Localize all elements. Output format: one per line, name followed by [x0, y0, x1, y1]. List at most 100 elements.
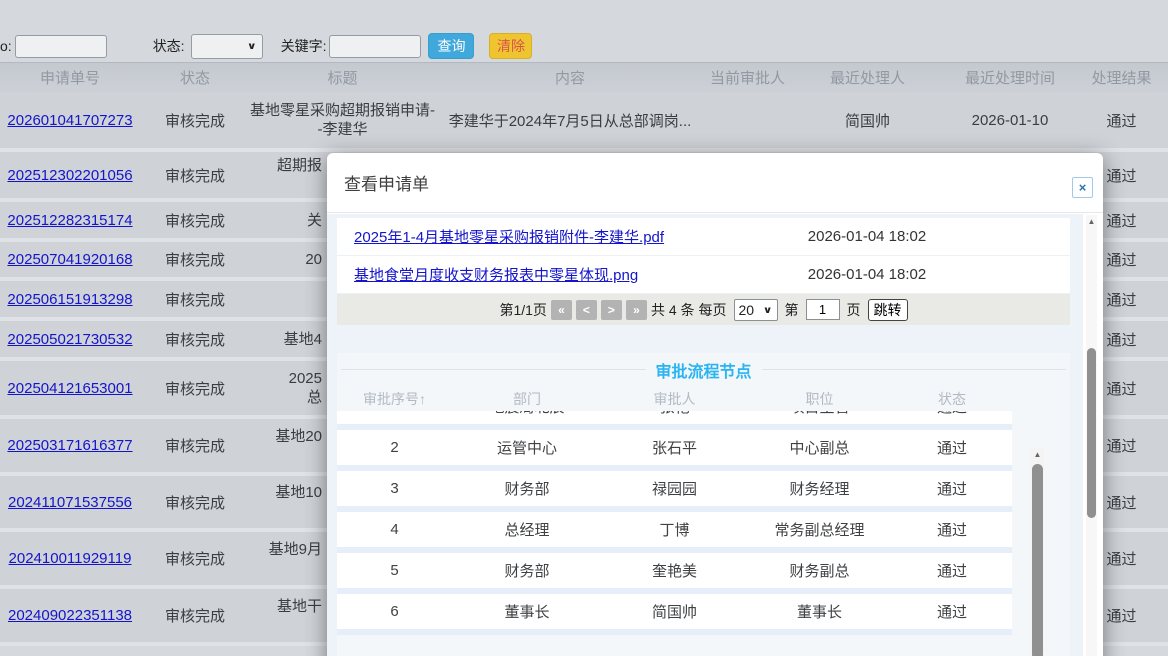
approval-dept-cell: 运管中心	[452, 437, 602, 458]
attachment-link[interactable]: 基地食堂月度收支财务报表中零星体现.png	[354, 267, 638, 284]
table-row: 202601041707273审核完成基地零星采购超期报销申请--李建华李建华于…	[0, 92, 1168, 148]
approval-column-header: 审批序号↑	[337, 389, 452, 409]
per-page-label: 每页	[699, 300, 727, 320]
approval-scrollbar[interactable]: ▲ ▼	[1031, 448, 1044, 656]
approval-row: 1地震局北辰张艳项目主管通过	[337, 411, 1012, 424]
close-icon[interactable]: ×	[1072, 177, 1093, 198]
column-header: 内容	[435, 67, 705, 88]
scroll-up-icon[interactable]: ▲	[1086, 215, 1097, 229]
application-link[interactable]: 202506151913298	[7, 291, 132, 308]
last-handler-cell: 简国帅	[790, 92, 945, 148]
scrollbar-thumb[interactable]	[1087, 348, 1096, 518]
approval-position-cell: 项目主管	[747, 411, 892, 417]
result-cell: 通过	[1075, 92, 1168, 148]
column-header: 最近处理人	[790, 67, 945, 88]
table-header-row: 申请单号状态标题内容当前审批人最近处理人最近处理时间处理结果	[0, 62, 1168, 92]
attachment-row: 2025年1-4月基地零星采购报销附件-李建华.pdf 2026-01-04 18…	[337, 218, 1070, 256]
approval-table-viewport: 1地震局北辰张艳项目主管通过2运管中心张石平中心副总通过3财务部禄园园财务经理通…	[337, 411, 1012, 644]
approval-row: 4总经理丁博常务副总经理通过	[337, 512, 1012, 547]
status-cell: 审核完成	[140, 321, 250, 357]
approval-table-body: 1地震局北辰张艳项目主管通过2运管中心张石平中心副总通过3财务部禄园园财务经理通…	[337, 411, 1012, 635]
application-link[interactable]: 202512302201056	[7, 167, 132, 184]
status-cell: 审核完成	[140, 281, 250, 317]
scroll-up-icon[interactable]: ▲	[1031, 448, 1044, 462]
approval-approver-cell: 张石平	[602, 437, 747, 458]
status-cell: 审核完成	[140, 361, 250, 415]
application-link[interactable]: 202512282315174	[7, 212, 132, 229]
no-label: o:	[0, 38, 12, 54]
status-cell: 审核完成	[140, 532, 250, 585]
status-cell: 审核完成	[140, 242, 250, 277]
application-link[interactable]: 202601041707273	[7, 112, 132, 129]
approval-position-cell: 董事长	[747, 601, 892, 622]
approval-status-cell: 通过	[892, 437, 1012, 458]
approval-approver-cell: 张艳	[602, 411, 747, 417]
attachment-time: 2026-01-04 18:02	[722, 266, 1012, 283]
chevron-down-icon: ∨	[247, 40, 257, 51]
approval-column-header: 部门	[452, 389, 602, 409]
modal-title: 查看申请单	[344, 170, 429, 195]
application-link[interactable]: 202410011929119	[9, 550, 132, 567]
application-link[interactable]: 202504121653001	[7, 380, 132, 397]
status-select[interactable]: ∨	[191, 34, 263, 59]
column-header: 申请单号	[0, 67, 140, 88]
approval-section-title: 审批流程节点	[646, 358, 762, 382]
keyword-input[interactable]	[329, 35, 421, 58]
approval-seq-cell: 5	[337, 562, 452, 579]
status-cell: 审核完成	[140, 476, 250, 528]
attachment-link[interactable]: 2025年1-4月基地零星采购报销附件-李建华.pdf	[354, 229, 664, 246]
clear-button[interactable]: 清除	[489, 33, 532, 59]
approval-approver-cell: 禄园园	[602, 478, 747, 499]
attachment-list: 2025年1-4月基地零星采购报销附件-李建华.pdf 2026-01-04 18…	[337, 218, 1070, 294]
query-button[interactable]: 查询	[428, 33, 474, 59]
approval-seq-cell: 6	[337, 603, 452, 620]
approval-approver-cell: 简国帅	[602, 601, 747, 622]
approval-seq-cell: 3	[337, 480, 452, 497]
next-page-button[interactable]: >	[601, 300, 622, 320]
status-cell: 审核完成	[140, 202, 250, 238]
page-suffix: 页	[847, 300, 861, 320]
approval-seq-cell: 1	[337, 411, 452, 415]
status-cell: 审核完成	[140, 152, 250, 198]
approval-position-cell: 中心副总	[747, 437, 892, 458]
application-link[interactable]: 202505021730532	[7, 331, 132, 348]
approval-approver-cell: 奎艳美	[602, 560, 747, 581]
approval-position-cell: 财务副总	[747, 560, 892, 581]
approval-section: 审批流程节点 审批序号↑部门审批人职位状态 1地震局北辰张艳项目主管通过2运管中…	[337, 353, 1070, 656]
last-page-button[interactable]: »	[626, 300, 647, 320]
attachment-row: 基地食堂月度收支财务报表中零星体现.png 2026-01-04 18:02	[337, 256, 1070, 294]
approval-position-cell: 财务经理	[747, 478, 892, 499]
total-count: 共 4 条	[651, 300, 695, 320]
modal-scrollbar[interactable]: ▲	[1086, 215, 1097, 656]
per-page-select[interactable]: 20 ∨	[734, 299, 778, 321]
no-input[interactable]	[15, 35, 107, 58]
column-header: 当前审批人	[705, 67, 790, 88]
approval-row: 5财务部奎艳美财务副总通过	[337, 553, 1012, 588]
application-link[interactable]: 202409022351138	[8, 607, 132, 624]
prev-page-button[interactable]: <	[576, 300, 597, 320]
approval-status-cell: 通过	[892, 478, 1012, 499]
page-number-input[interactable]	[806, 299, 840, 320]
column-header: 处理结果	[1075, 67, 1168, 88]
pagination-bar: 第1/1页 « < > » 共 4 条 每页 20 ∨ 第 页 跳转	[337, 294, 1070, 325]
status-cell: 审核完成	[140, 419, 250, 472]
search-toolbar: o: 状态: ∨ 关键字: 查询 清除	[0, 0, 1168, 62]
column-header: 最近处理时间	[945, 67, 1075, 88]
attachment-time: 2026-01-04 18:02	[722, 228, 1012, 245]
per-page-value: 20	[739, 302, 755, 318]
application-link[interactable]: 202507041920168	[7, 251, 132, 268]
approval-dept-cell: 董事长	[452, 601, 602, 622]
application-link[interactable]: 202503171616377	[7, 437, 132, 454]
approval-header-row: 审批序号↑部门审批人职位状态	[337, 386, 1070, 411]
page-prefix: 第	[785, 300, 799, 320]
application-link[interactable]: 202411071537556	[8, 494, 132, 511]
approval-column-header: 审批人	[602, 389, 747, 409]
application-list-page: o: 状态: ∨ 关键字: 查询 清除 申请单号状态标题内容当前审批人最近处理人…	[0, 0, 1168, 646]
first-page-button[interactable]: «	[551, 300, 572, 320]
jump-button[interactable]: 跳转	[868, 299, 908, 321]
title-cell: 基地零星采购超期报销申请--李建华	[250, 92, 435, 148]
approval-row: 6董事长简国帅董事长通过	[337, 594, 1012, 629]
scrollbar-thumb[interactable]	[1032, 464, 1043, 656]
approval-position-cell: 常务副总经理	[747, 519, 892, 540]
approval-column-header: 职位	[747, 389, 892, 409]
